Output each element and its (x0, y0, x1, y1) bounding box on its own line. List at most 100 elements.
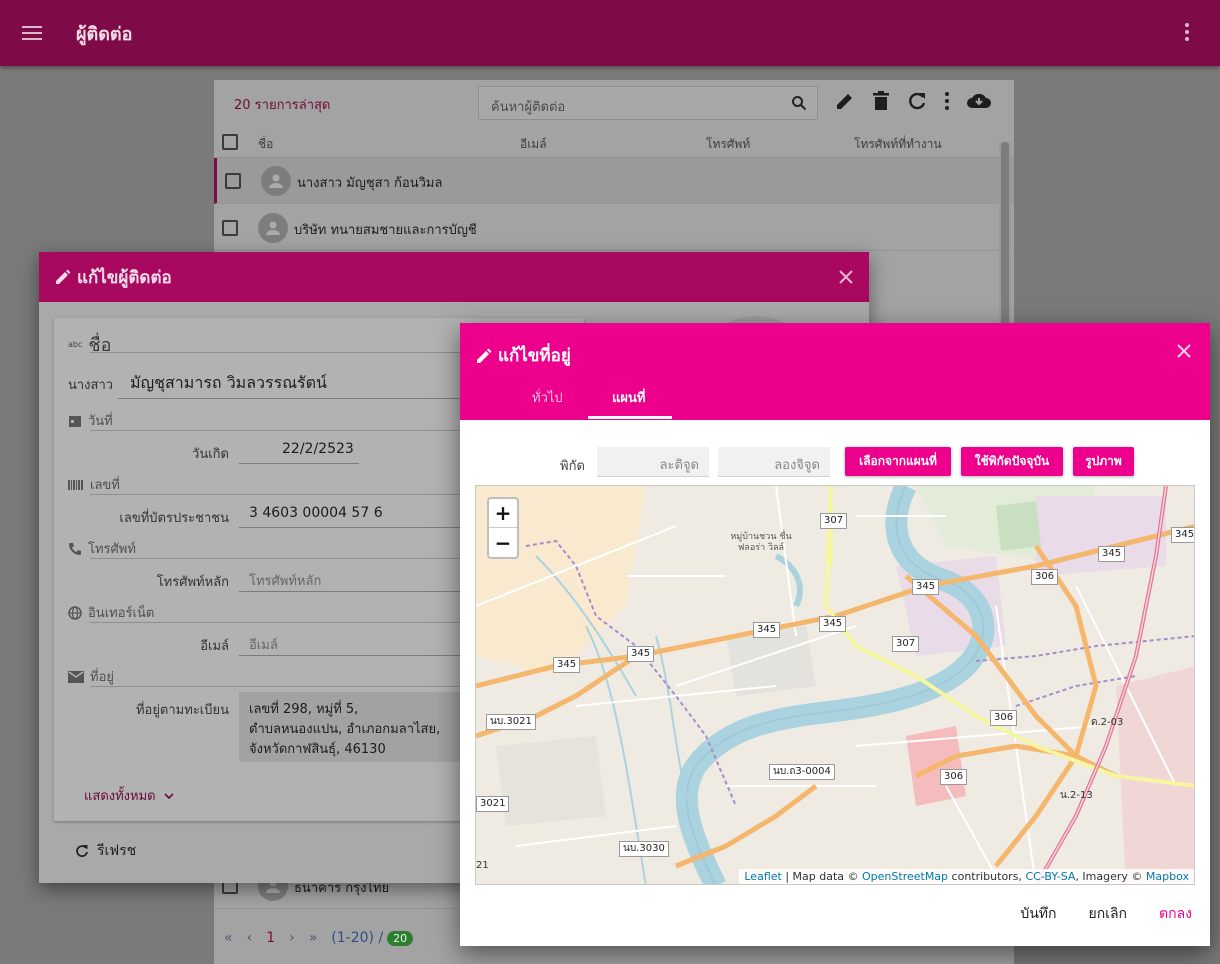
longitude-placeholder: ลองจิจูด (774, 458, 820, 473)
dialog-header: แก้ไขผู้ติดต่อ (39, 252, 869, 302)
delete-icon[interactable] (870, 90, 892, 112)
pick-from-map-button[interactable]: เลือกจากแผนที่ (845, 447, 951, 476)
section-phone-label: โทรศัพท์ (88, 542, 136, 557)
last-page-icon[interactable]: » (309, 930, 318, 946)
road-label: 345 (1098, 546, 1126, 562)
road-label: 345 (912, 579, 940, 595)
registered-address-label: ที่อยู่ตามทะเบียน (135, 703, 229, 718)
section-address: ที่อยู่ (68, 666, 114, 687)
section-date: วันที่ (68, 410, 113, 431)
avatar (261, 166, 291, 196)
mapbox-link[interactable]: Mapbox (1146, 870, 1189, 883)
map-view[interactable]: + − หมู่บ้านชวน ชื่นฟลอร่า วิลล์ 307 345… (475, 485, 1195, 885)
search-input[interactable]: ค้นหาผู้ติดต่อ (478, 86, 818, 120)
table-row[interactable]: บริษัท ทนายสมชายและการบัญชี (214, 205, 1014, 251)
attribution-text: contributors, (948, 870, 1026, 883)
edit-icon (477, 348, 492, 363)
menu-button[interactable] (0, 0, 64, 66)
dialog-actions: บันทึก ยกเลิก ตกลง (1020, 903, 1192, 925)
title-prefix-field[interactable]: นางสาว (68, 374, 113, 395)
current-page[interactable]: 1 (266, 930, 275, 946)
section-name: abc ชื่อ (68, 330, 111, 359)
row-checkbox[interactable] (222, 220, 238, 236)
dialog-header: แก้ไขที่อยู่ ทั่วไป แผนที่ (460, 323, 1210, 420)
column-header-name: ชื่อ (258, 137, 274, 151)
attribution-text: , Imagery © (1075, 870, 1146, 883)
image-button[interactable]: รูปภาพ (1073, 447, 1134, 476)
refresh-icon[interactable] (906, 90, 928, 112)
ok-button[interactable]: ตกลง (1159, 903, 1192, 925)
section-name-label: ชื่อ (88, 335, 112, 356)
tab-map[interactable]: แผนที่ (612, 387, 645, 408)
search-placeholder: ค้นหาผู้ติดต่อ (491, 100, 566, 115)
osm-link[interactable]: OpenStreetMap (862, 870, 948, 883)
refresh-label: รีเฟรช (97, 843, 137, 859)
cloud-download-icon[interactable] (966, 90, 992, 112)
leaflet-link[interactable]: Leaflet (744, 870, 781, 883)
edit-address-dialog: แก้ไขที่อยู่ ทั่วไป แผนที่ พิกัด ละติจูด… (460, 323, 1210, 946)
license-link[interactable]: CC-BY-SA (1025, 870, 1075, 883)
use-current-location-button[interactable]: ใช้พิกัดปัจจุบัน (961, 447, 1063, 476)
section-date-label: วันที่ (88, 414, 113, 429)
main-phone-label: โทรศัพท์หลัก (156, 575, 229, 590)
avatar (258, 213, 288, 243)
road-label: 306 (1031, 569, 1059, 585)
show-all-button[interactable]: แสดงทั้งหมด (84, 785, 174, 806)
section-number-label: เลขที่ (90, 478, 120, 493)
column-header-phone: โทรศัพท์ (706, 137, 751, 151)
dialog-title-row: แก้ไขที่อยู่ (476, 342, 571, 369)
longitude-input[interactable]: ลองจิจูด (718, 447, 830, 477)
road-label: 3021 (476, 796, 510, 812)
table-row[interactable]: นางสาว มัญชุสา ก้อนวิมล (214, 158, 1014, 204)
person-icon (266, 221, 280, 235)
close-icon[interactable] (839, 270, 853, 284)
dialog-title: แก้ไขผู้ติดต่อ (77, 267, 172, 288)
more-vert-icon (1185, 23, 1189, 41)
road-label: 306 (940, 769, 968, 785)
table-header: ชื่อ อีเมล์ โทรศัพท์ โทรศัพท์ที่ทำงาน (214, 128, 1014, 158)
contact-name: บริษัท ทนายสมชายและการบัญชี (294, 223, 477, 238)
more-options-button[interactable] (1184, 22, 1190, 46)
main-phone-field[interactable]: โทรศัพท์หลัก (249, 570, 321, 591)
section-phone: โทรศัพท์ (68, 538, 136, 559)
first-page-icon[interactable]: « (224, 930, 233, 946)
road-label: 345 (819, 616, 847, 632)
birthday-field[interactable]: 22/2/2523 (282, 441, 354, 457)
next-page-icon[interactable]: › (289, 930, 295, 946)
cancel-button[interactable]: ยกเลิก (1088, 903, 1127, 925)
refresh-button[interactable]: รีเฟรช (75, 840, 136, 862)
column-header-email: อีเมล์ (520, 137, 547, 151)
zoom-in-button[interactable]: + (489, 499, 517, 528)
field-underline (239, 463, 359, 464)
road-label: นบ.3021 (486, 714, 536, 730)
id-card-label: เลขที่บัตรประชาชน (119, 511, 229, 526)
close-icon[interactable] (1176, 343, 1192, 359)
road-label: นบ.3030 (619, 841, 669, 857)
chevron-down-icon (164, 792, 174, 799)
phone-icon (69, 542, 81, 555)
select-all-checkbox[interactable] (222, 134, 238, 150)
latitude-input[interactable]: ละติจูด (597, 447, 709, 477)
road-label: 345 (553, 657, 581, 673)
email-field[interactable]: อีเมล์ (249, 634, 278, 655)
place-label: หมู่บ้านชวน ชื่นฟลอร่า วิลล์ (730, 532, 792, 553)
person-icon (269, 174, 283, 188)
address-line: ตำบลหนองแปน, อำเภอกมลาไสย, (249, 722, 441, 737)
edit-icon[interactable] (834, 90, 856, 112)
row-checkbox[interactable] (225, 173, 241, 189)
full-name-field[interactable]: มัญชุสามารถ วิมลวรรณรัตน์ (130, 371, 327, 396)
prev-page-icon[interactable]: ‹ (247, 930, 253, 946)
edit-icon (56, 269, 71, 284)
zoom-out-button[interactable]: − (489, 528, 517, 557)
text-format-icon: abc (68, 340, 83, 349)
address-line: เลขที่ 298, หมู่ที่ 5, (249, 702, 359, 717)
address-line: จังหวัดกาฬสินธุ์, 46130 (249, 742, 386, 757)
id-card-field[interactable]: 3 4603 00004 57 6 (249, 505, 383, 521)
dialog-title: แก้ไขที่อยู่ (498, 346, 571, 366)
tab-general[interactable]: ทั่วไป (532, 387, 563, 408)
attribution-text: | Map data © (781, 870, 863, 883)
road-label: นบ.ถ3-0004 (769, 764, 835, 780)
map-tiles[interactable] (476, 486, 1195, 885)
save-button[interactable]: บันทึก (1020, 903, 1056, 925)
more-vert-icon[interactable] (942, 90, 952, 112)
